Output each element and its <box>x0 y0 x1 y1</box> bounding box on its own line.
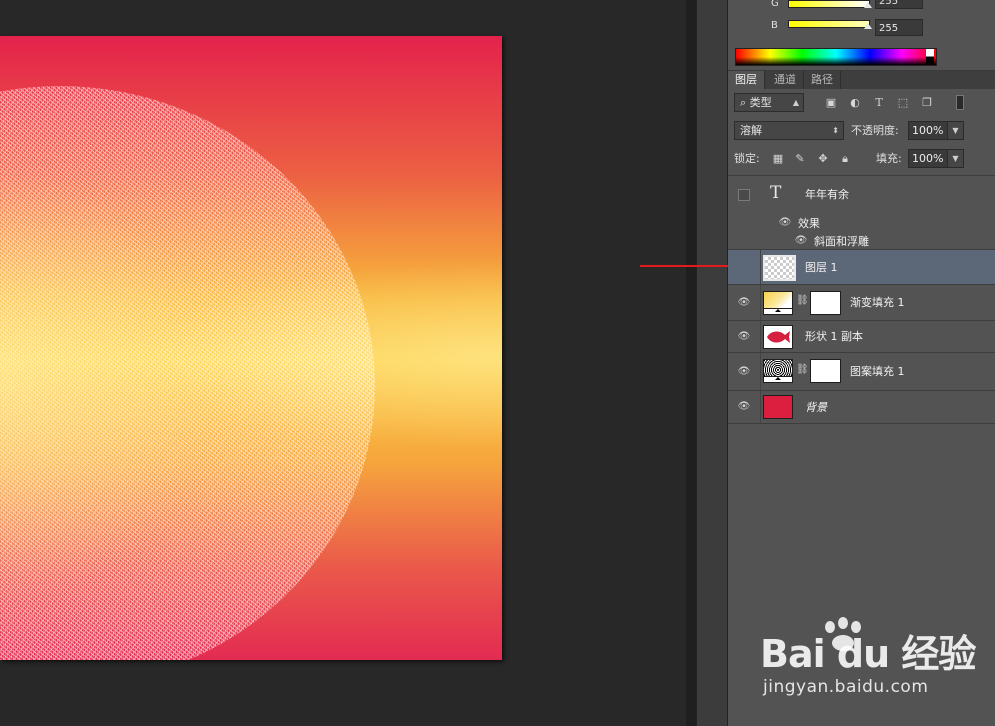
channel-label-g: G <box>771 0 779 9</box>
visibility-eye-icon[interactable]: 👁︎ <box>737 400 751 414</box>
lock-transparent-pixels-icon[interactable]: ▦ <box>771 151 785 167</box>
layer-name-layer1[interactable]: 图层 1 <box>805 261 838 275</box>
color-spectrum-ramp[interactable] <box>735 48 937 66</box>
opacity-dropdown-button[interactable]: ▼ <box>947 121 964 140</box>
row-divider <box>760 353 761 390</box>
fill-dropdown-button[interactable]: ▼ <box>947 149 964 168</box>
image-filter-icon[interactable]: ▣ <box>824 96 838 110</box>
layer-row-text[interactable]: T 年年有余 <box>728 179 995 215</box>
g-value-field[interactable]: 255 <box>875 0 923 9</box>
tab-paths[interactable]: 路径 <box>804 71 841 89</box>
lock-position-icon[interactable]: ✥ <box>816 151 830 167</box>
layer-name-background[interactable]: 背景 <box>805 401 827 415</box>
b-value-field[interactable]: 255 <box>875 19 923 36</box>
pattern-fill-thumbnail[interactable] <box>763 359 793 383</box>
mask-link-icon[interactable]: ⛓ <box>796 364 809 375</box>
visibility-eye-icon[interactable]: 👁︎ <box>737 365 751 379</box>
shape-layer-thumbnail[interactable] <box>763 325 793 349</box>
layer-row-layer1[interactable]: 图层 1 <box>728 250 995 285</box>
layer-row-background[interactable]: 👁︎ 背景 <box>728 391 995 424</box>
document-canvas[interactable] <box>0 36 502 660</box>
row-divider <box>760 285 761 320</box>
search-icon: ⌕ <box>740 96 747 109</box>
filter-toggle-icon[interactable] <box>956 95 964 110</box>
layer-filter-row: ⌕ 类型 ▲ ▣ ◐ T ⬚ ❐ <box>728 93 995 113</box>
opacity-label: 不透明度: <box>851 124 899 137</box>
visibility-eye-icon[interactable]: 👁︎ <box>737 296 751 310</box>
layer-row-shape-copy[interactable]: 👁︎ 形状 1 副本 <box>728 321 995 353</box>
row-divider <box>760 250 761 284</box>
dropdown-arrow-icon: ⬍ <box>832 126 839 135</box>
layer-mask-thumbnail[interactable] <box>810 359 841 383</box>
gradient-fill-thumbnail[interactable] <box>763 291 793 315</box>
text-layer-icon: T <box>770 183 782 203</box>
fill-label: 填充: <box>876 152 902 165</box>
dropdown-arrow-icon: ▲ <box>792 98 799 107</box>
fish-shape-icon <box>767 331 790 343</box>
panel-divider <box>728 175 995 176</box>
lock-label: 锁定: <box>734 152 760 165</box>
blend-mode-dropdown[interactable]: 溶解 ⬍ <box>734 121 844 140</box>
mask-link-icon[interactable]: ⛓ <box>796 295 809 306</box>
layer-kind-filter-dropdown[interactable]: ⌕ 类型 ▲ <box>734 93 804 112</box>
document-workspace[interactable] <box>0 0 686 726</box>
filter-kind-label: 类型 <box>749 96 772 109</box>
fill-field[interactable]: 100% <box>908 149 948 168</box>
layer-mask-thumbnail[interactable] <box>810 291 841 315</box>
shape-filter-icon[interactable]: ⬚ <box>896 96 910 110</box>
effects-label: 效果 <box>798 217 820 230</box>
adjustment-filter-icon[interactable]: ◐ <box>848 96 862 110</box>
lock-row: 锁定: ▦ ✎ ✥ 🔒︎ 填充: 100% ▼ <box>728 149 995 169</box>
color-panel: G 255 B 255 <box>728 0 995 71</box>
blend-row: 溶解 ⬍ 不透明度: 100% ▼ <box>728 121 995 141</box>
g-channel-slider[interactable] <box>788 0 870 8</box>
type-filter-icon[interactable]: T <box>872 96 886 110</box>
layer-effects-row[interactable]: 👁︎ 效果 <box>728 215 995 233</box>
layer-name-gradient-fill[interactable]: 渐变填充 1 <box>850 296 905 310</box>
lock-all-icon[interactable]: 🔒︎ <box>838 151 852 167</box>
row-divider <box>760 321 761 352</box>
layer-thumbnail-transparent[interactable] <box>763 255 796 281</box>
baidu-jingyan-watermark: Bai du 经验 jingyan.baidu.com <box>760 615 985 710</box>
tab-channels[interactable]: 通道 <box>767 71 804 89</box>
smart-object-filter-icon[interactable]: ❐ <box>920 96 934 110</box>
layer-name-text[interactable]: 年年有余 <box>805 188 849 202</box>
layer-row-pattern-fill[interactable]: 👁︎ ⛓ 图案填充 1 <box>728 353 995 391</box>
visibility-toggle-empty[interactable] <box>738 189 750 201</box>
background-thumbnail[interactable] <box>763 395 793 419</box>
channel-label-b: B <box>771 20 778 31</box>
layer-name-pattern-fill[interactable]: 图案填充 1 <box>850 365 905 379</box>
black-white-swatch[interactable] <box>926 49 934 64</box>
blend-mode-value: 溶解 <box>740 124 762 137</box>
watermark-url: jingyan.baidu.com <box>763 677 929 697</box>
canvas-scroll-gutter[interactable] <box>686 0 696 726</box>
effects-eye-icon[interactable]: 👁︎ <box>778 216 792 230</box>
lock-image-pixels-icon[interactable]: ✎ <box>793 151 807 167</box>
layer-name-shape-copy[interactable]: 形状 1 副本 <box>805 330 863 344</box>
row-divider <box>760 391 761 423</box>
watermark-brand: Bai du 经验 <box>760 632 976 676</box>
bevel-eye-icon[interactable]: 👁︎ <box>794 234 808 248</box>
layers-panel-tabs: 图层 通道 路径 <box>728 71 995 89</box>
effect-name-bevel: 斜面和浮雕 <box>814 235 869 248</box>
collapsed-panel-strip <box>696 0 728 726</box>
g-slider-thumb-icon[interactable] <box>864 2 872 8</box>
tab-layers[interactable]: 图层 <box>728 71 765 89</box>
visibility-eye-icon[interactable]: 👁︎ <box>737 330 751 344</box>
b-slider-thumb-icon[interactable] <box>864 23 872 29</box>
b-channel-slider[interactable] <box>788 20 870 28</box>
opacity-field[interactable]: 100% <box>908 121 948 140</box>
layer-effect-bevel-row[interactable]: 👁︎ 斜面和浮雕 <box>728 233 995 250</box>
layer-row-gradient-fill[interactable]: 👁︎ ⛓ 渐变填充 1 <box>728 285 995 321</box>
